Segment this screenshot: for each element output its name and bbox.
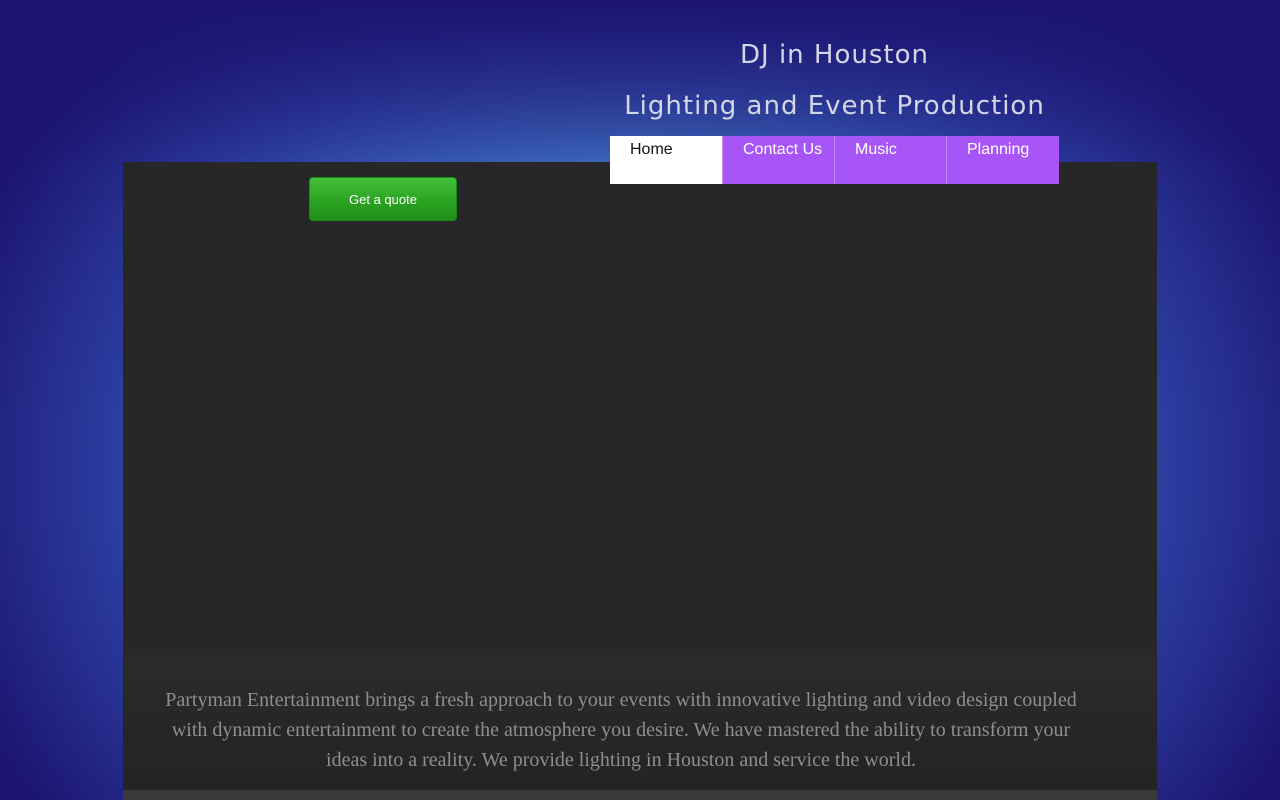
panel-bottom-strip xyxy=(123,790,1157,800)
nav-item-music[interactable]: Music xyxy=(834,136,946,184)
main-nav: Home Contact Us Music Planning xyxy=(610,136,1059,184)
get-quote-button[interactable]: Get a quote xyxy=(309,177,457,221)
intro-text: Partyman Entertainment brings a fresh ap… xyxy=(165,689,1077,771)
nav-item-contact-us[interactable]: Contact Us xyxy=(722,136,834,184)
site-subtitle: Lighting and Event Production xyxy=(624,91,1045,121)
nav-item-planning[interactable]: Planning xyxy=(946,136,1059,184)
site-title: DJ in Houston xyxy=(740,40,929,70)
nav-item-home[interactable]: Home xyxy=(610,136,722,184)
